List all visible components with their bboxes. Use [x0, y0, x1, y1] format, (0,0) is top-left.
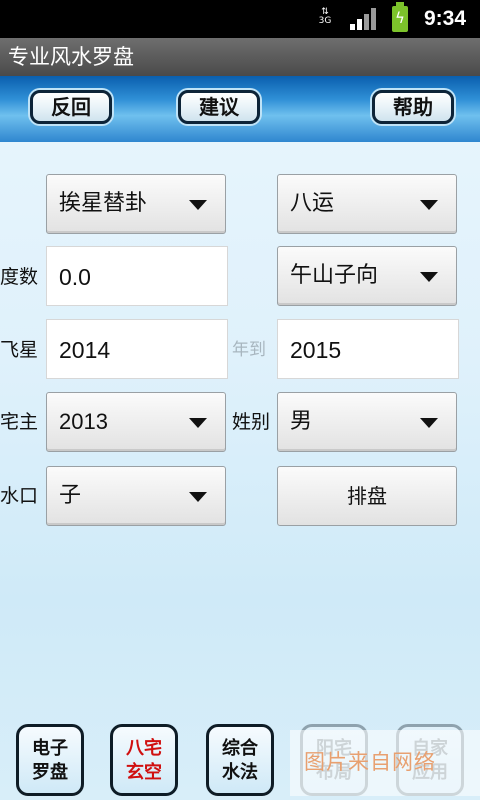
nav-bazhai-xuankong[interactable]: 八宅 玄空 — [110, 724, 178, 796]
battery-charging-icon: ϟ — [392, 2, 408, 32]
watermark-text: 图片来自网络 — [304, 750, 436, 774]
year-from-input[interactable]: 2014 — [46, 319, 228, 379]
data-arrows-icon: ⇅ 3G — [318, 7, 332, 26]
facing-select-value: 午山子向 — [290, 263, 379, 288]
signal-icon — [350, 8, 378, 30]
back-button[interactable]: 反回 — [30, 90, 112, 124]
toolbar: 反回 建议 帮助 — [0, 76, 480, 142]
water-label: 水口 — [0, 485, 39, 507]
gender-select[interactable]: 男 — [277, 392, 457, 452]
clock: 9:34 — [424, 7, 467, 30]
method-select[interactable]: 挨星替卦 — [46, 174, 226, 234]
nav-label: 电子 — [32, 738, 68, 759]
app-title: 专业风水罗盘 — [0, 38, 480, 76]
dropdown-arrow-icon — [189, 492, 207, 502]
year-to-label: 年到 — [232, 340, 266, 360]
year-from-value: 2014 — [59, 337, 111, 363]
water-select[interactable]: 子 — [46, 466, 226, 526]
degree-value: 0.0 — [59, 264, 91, 290]
dropdown-arrow-icon — [189, 418, 207, 428]
owner-label: 宅主 — [0, 411, 39, 433]
help-button[interactable]: 帮助 — [372, 90, 454, 124]
nav-label: 罗盘 — [32, 762, 68, 783]
nav-water-method[interactable]: 综合 水法 — [206, 724, 274, 796]
dropdown-arrow-icon — [420, 418, 438, 428]
gender-label: 姓别 — [232, 411, 271, 433]
status-bar: ⇅ 3G ϟ 9:34 — [0, 0, 480, 38]
facing-select[interactable]: 午山子向 — [277, 246, 457, 306]
year-to-value: 2015 — [290, 337, 342, 363]
year-to-input[interactable]: 2015 — [277, 319, 459, 379]
period-select[interactable]: 八运 — [277, 174, 457, 234]
network-type: 3G — [318, 16, 332, 26]
method-select-value: 挨星替卦 — [59, 191, 148, 216]
dropdown-arrow-icon — [189, 200, 207, 210]
nav-label: 综合 — [222, 738, 258, 759]
suggest-button[interactable]: 建议 — [178, 90, 260, 124]
flying-star-label: 飞星 — [0, 339, 39, 361]
nav-label: 八宅 — [126, 738, 162, 759]
degree-label: 度数 — [0, 266, 39, 288]
owner-year-value: 2013 — [59, 409, 108, 434]
nav-electronic-compass[interactable]: 电子 罗盘 — [16, 724, 84, 796]
arrange-button[interactable]: 排盘 — [277, 466, 457, 526]
dropdown-arrow-icon — [420, 272, 438, 282]
owner-year-select[interactable]: 2013 — [46, 392, 226, 452]
watermark: 图片来自网络 — [290, 730, 480, 796]
period-select-value: 八运 — [290, 191, 335, 216]
nav-label: 玄空 — [126, 762, 162, 783]
degree-input[interactable]: 0.0 — [46, 246, 228, 306]
nav-label: 水法 — [222, 762, 258, 783]
water-value: 子 — [59, 483, 82, 508]
dropdown-arrow-icon — [420, 200, 438, 210]
gender-value: 男 — [290, 409, 313, 434]
